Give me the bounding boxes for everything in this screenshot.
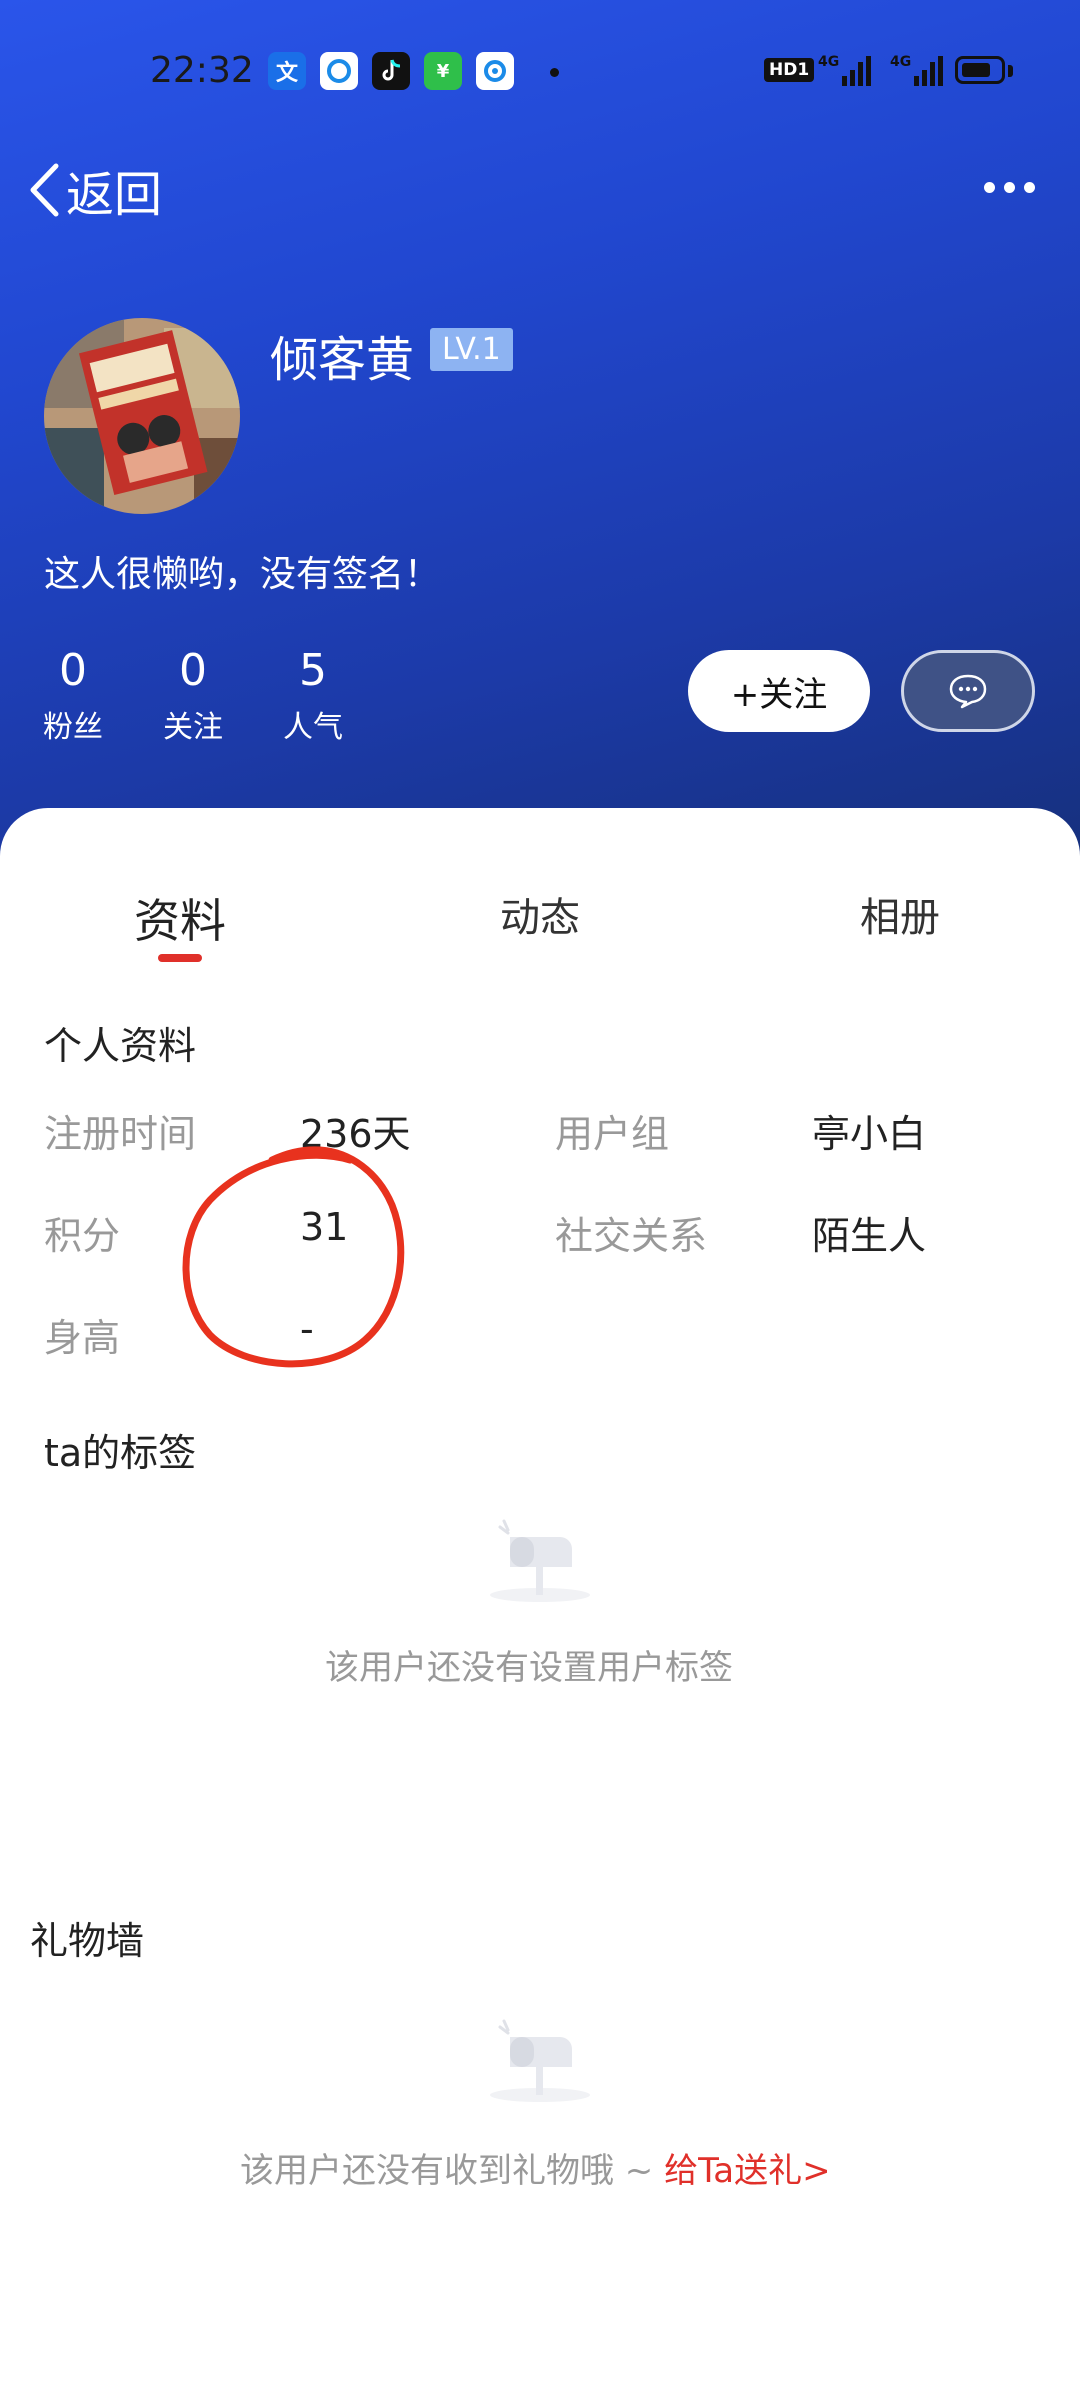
annotation-circle bbox=[182, 1146, 405, 1368]
stat-fans[interactable]: 0 粉丝 bbox=[28, 645, 118, 746]
tab-activity[interactable]: 动态 bbox=[500, 885, 580, 943]
empty-mailbox-icon bbox=[490, 2019, 590, 2102]
info-value: 陌生人 bbox=[812, 1214, 927, 1258]
notification-dot bbox=[550, 68, 559, 77]
empty-mailbox-icon bbox=[490, 1519, 590, 1602]
tags-empty-text: 该用户还没有设置用户标签 bbox=[325, 1648, 733, 1688]
browser-app-icon bbox=[320, 52, 358, 90]
info-value: 亭小白 bbox=[812, 1112, 927, 1156]
translate-app-icon: 文 bbox=[268, 52, 306, 90]
back-label: 返回 bbox=[66, 167, 163, 223]
active-tab-indicator bbox=[158, 954, 202, 962]
signal-icon: 4G bbox=[890, 52, 946, 92]
signal-icon: 4G bbox=[818, 52, 874, 92]
wechat-mini-app-icon: ¥ bbox=[424, 52, 462, 90]
status-bar: 22:32 文 ¥ HD1 4G 4G bbox=[0, 40, 1080, 100]
hd-badge: HD1 bbox=[764, 58, 815, 82]
svg-text:4G: 4G bbox=[890, 54, 911, 70]
stat-popularity[interactable]: 5 人气 bbox=[268, 645, 358, 746]
info-label: 社交关系 bbox=[555, 1214, 708, 1258]
svg-text:4G: 4G bbox=[818, 54, 839, 70]
info-label: 用户组 bbox=[555, 1112, 670, 1156]
message-button[interactable] bbox=[901, 650, 1035, 732]
gifts-empty-row: 该用户还没有收到礼物哦 ~ 给Ta送礼> bbox=[240, 2143, 831, 2192]
tab-album[interactable]: 相册 bbox=[860, 885, 940, 943]
battery-icon bbox=[955, 56, 1005, 84]
chevron-left-icon bbox=[30, 163, 59, 217]
user-signature: 这人很懒哟，没有签名！ bbox=[44, 554, 441, 595]
username: 倾客黄 bbox=[270, 332, 415, 388]
avatar[interactable] bbox=[44, 318, 240, 514]
qq-browser-app-icon bbox=[476, 52, 514, 90]
section-title-tags: ta的标签 bbox=[44, 1431, 197, 1475]
info-label: 身高 bbox=[44, 1316, 121, 1360]
battery-tip bbox=[1008, 65, 1013, 77]
stat-label: 粉丝 bbox=[43, 710, 103, 745]
section-title-personal-info: 个人资料 bbox=[44, 1024, 197, 1068]
gifts-empty-text: 该用户还没有收到礼物哦 ~ bbox=[240, 2151, 665, 2191]
more-dot bbox=[1004, 182, 1015, 193]
tab-profile[interactable]: 资料 bbox=[134, 885, 226, 951]
tiktok-app-icon bbox=[372, 52, 410, 90]
more-dot bbox=[984, 182, 995, 193]
info-label: 积分 bbox=[44, 1214, 121, 1258]
chat-bubble-icon bbox=[949, 674, 987, 709]
stat-value: 0 bbox=[59, 645, 87, 696]
stat-following[interactable]: 0 关注 bbox=[148, 645, 238, 746]
status-time: 22:32 bbox=[150, 50, 254, 91]
more-dot bbox=[1024, 182, 1035, 193]
more-options-button[interactable] bbox=[980, 170, 1040, 200]
stat-label: 人气 bbox=[283, 710, 343, 745]
stat-value: 5 bbox=[299, 645, 327, 696]
level-badge: LV.1 bbox=[430, 328, 513, 371]
send-gift-link[interactable]: 给Ta送礼> bbox=[664, 2151, 830, 2191]
stat-value: 0 bbox=[179, 645, 207, 696]
stat-label: 关注 bbox=[163, 710, 223, 745]
follow-button[interactable]: +关注 bbox=[688, 650, 870, 732]
back-button[interactable]: 返回 bbox=[28, 155, 162, 225]
section-title-gift-wall: 礼物墙 bbox=[30, 1919, 145, 1963]
